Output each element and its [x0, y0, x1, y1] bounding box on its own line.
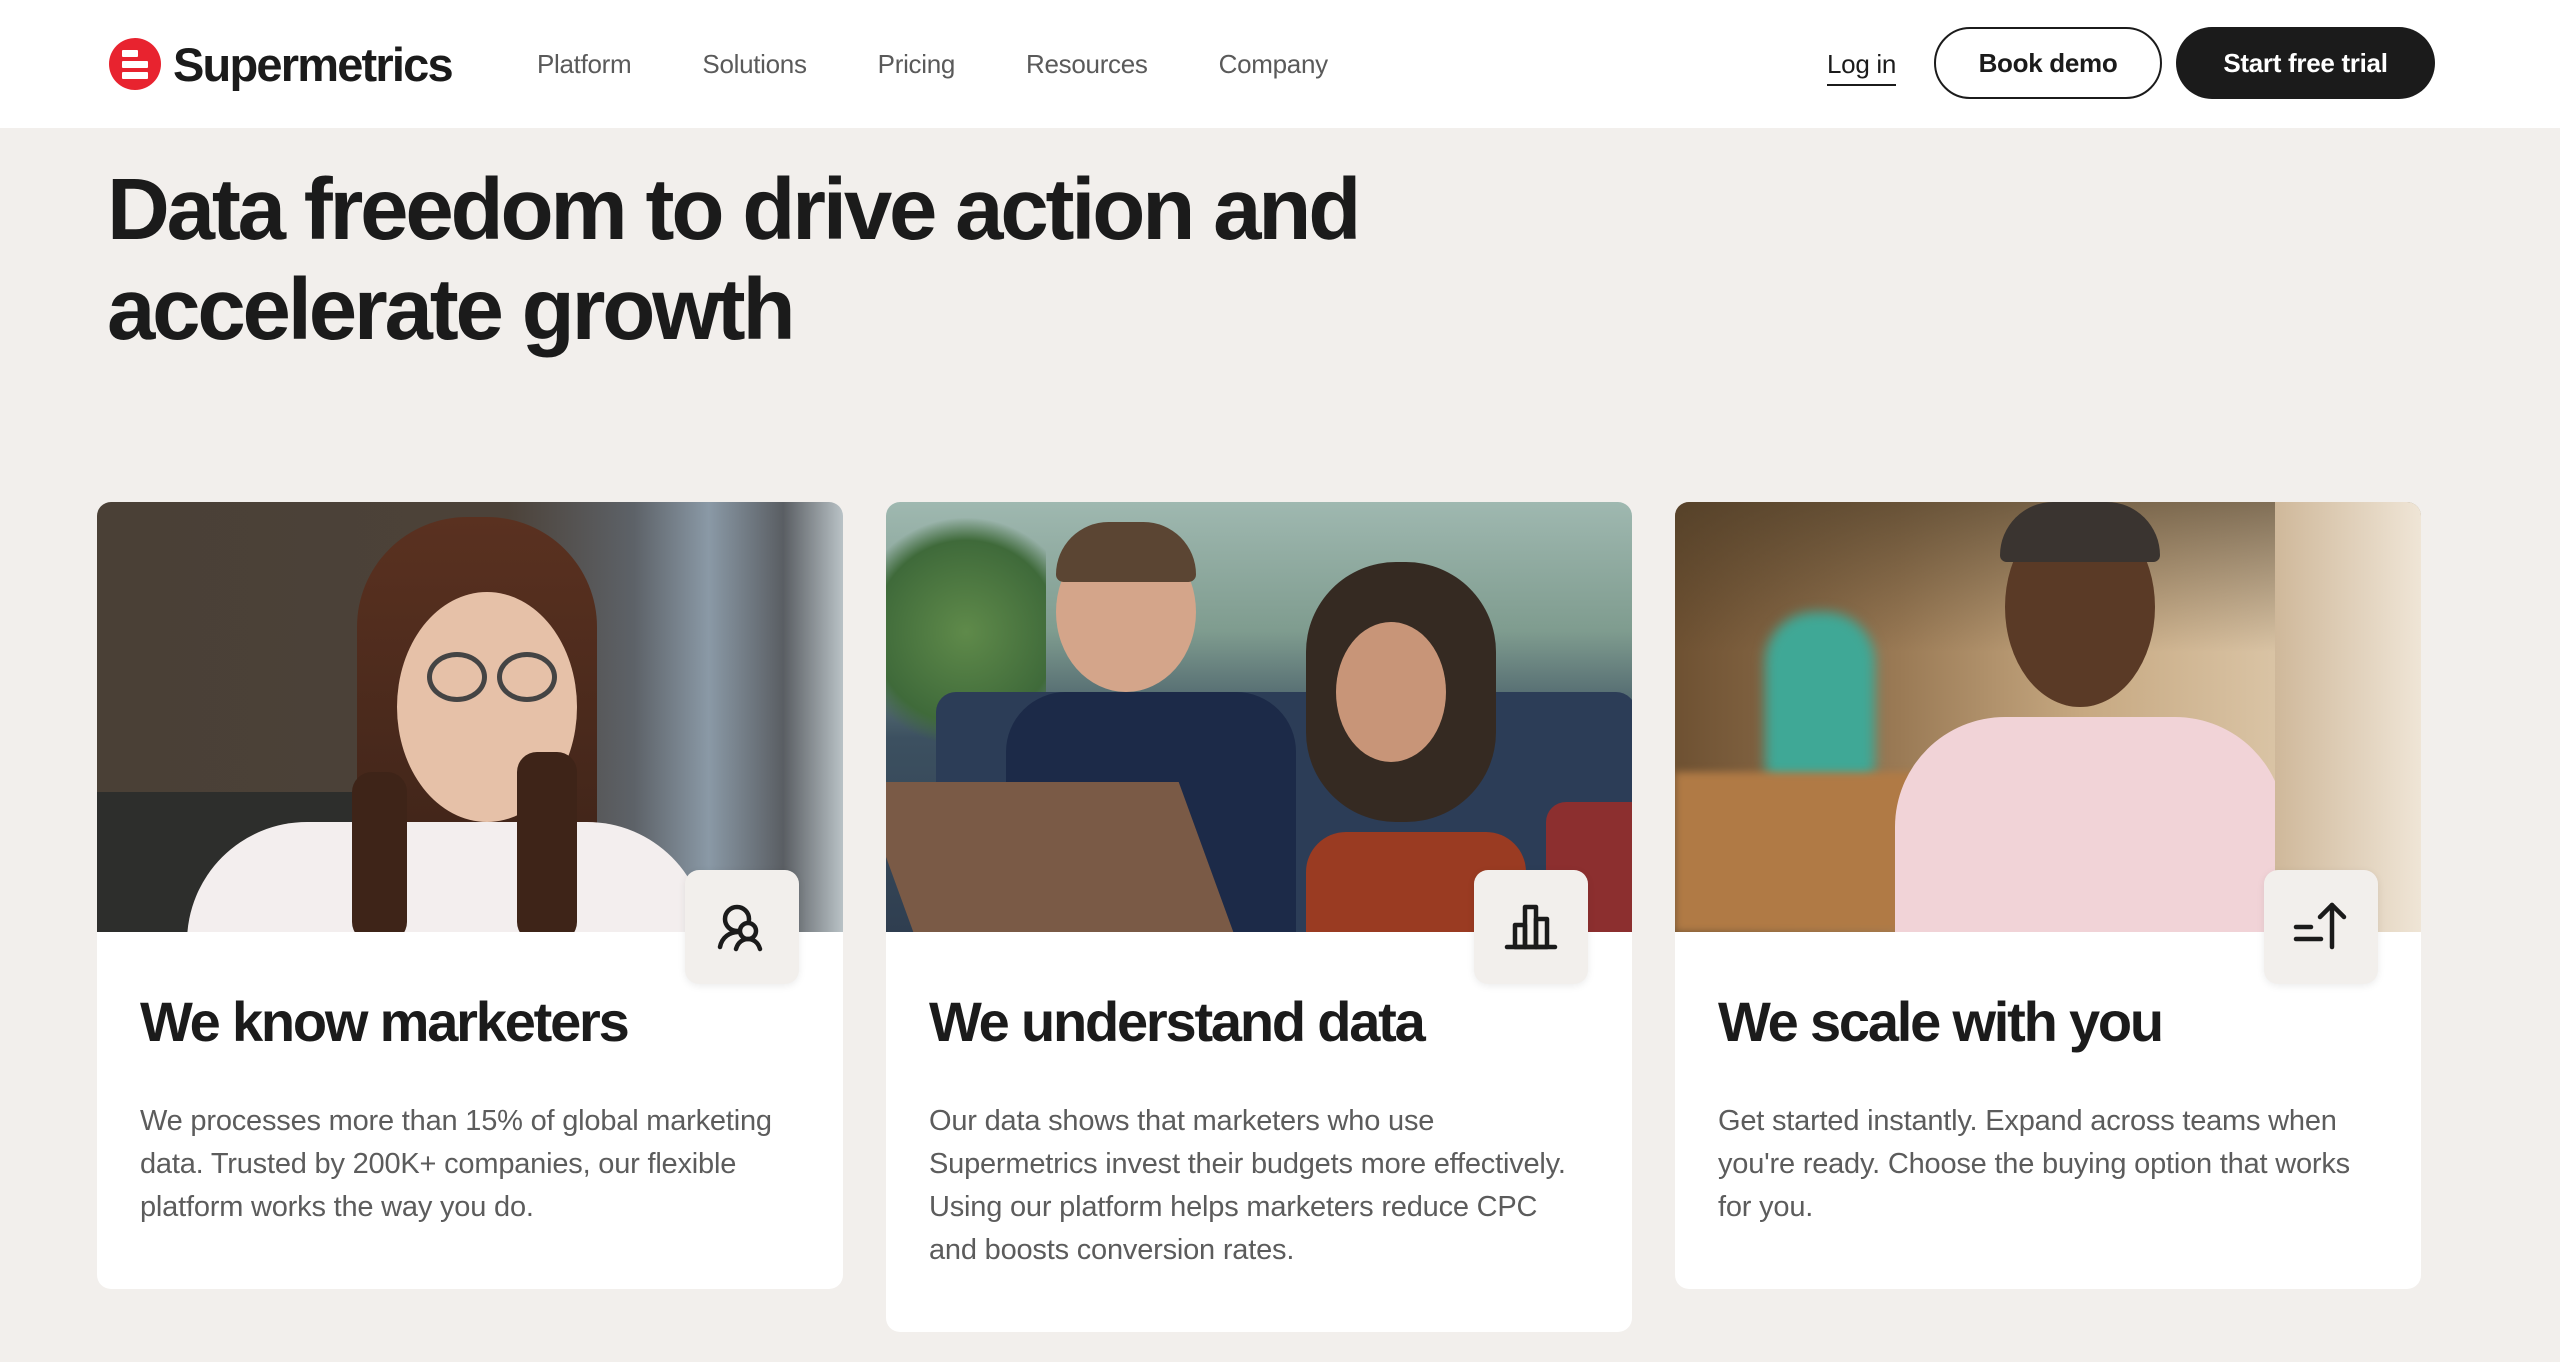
bar-chart-icon: [1504, 904, 1558, 950]
bar-chart-icon-badge: [1474, 870, 1588, 984]
photo-smiling-man: [1675, 502, 2421, 932]
sort-ascending-icon: [2293, 902, 2347, 950]
card-title: We understand data: [929, 990, 1426, 1053]
logo[interactable]: Supermetrics: [109, 36, 454, 92]
nav-item-resources[interactable]: Resources: [1026, 44, 1148, 84]
main-nav: Platform Solutions Pricing Resources Com…: [537, 44, 1399, 84]
page-title: Data freedom to drive action and acceler…: [107, 161, 1361, 358]
site-header: Supermetrics Platform Solutions Pricing …: [0, 0, 2560, 128]
login-link[interactable]: Log in: [1827, 44, 1896, 86]
card-body: We understand data Our data shows that m…: [886, 932, 1632, 1332]
card-title: We scale with you: [1718, 990, 2164, 1053]
sort-ascending-icon-badge: [2264, 870, 2378, 984]
users-icon: [717, 904, 763, 952]
supermetrics-logo-icon: [109, 38, 161, 90]
users-icon-badge: [685, 870, 799, 984]
card-body: We know marketers We processes more than…: [97, 932, 843, 1289]
logo-text: Supermetrics: [173, 37, 454, 91]
nav-item-company[interactable]: Company: [1219, 44, 1328, 84]
photo-two-people-laptop: [886, 502, 1632, 932]
card-body: We scale with you Get started instantly.…: [1675, 932, 2421, 1289]
nav-item-pricing[interactable]: Pricing: [878, 44, 956, 84]
book-demo-button[interactable]: Book demo: [1934, 27, 2162, 99]
photo-smiling-woman: [97, 502, 843, 932]
start-free-trial-button[interactable]: Start free trial: [2176, 27, 2435, 99]
nav-item-solutions[interactable]: Solutions: [702, 44, 807, 84]
card-text: Get started instantly. Expand across tea…: [1718, 1105, 2350, 1223]
card-text: We processes more than 15% of global mar…: [140, 1105, 772, 1223]
nav-item-platform[interactable]: Platform: [537, 44, 632, 84]
card-title: We know marketers: [140, 990, 630, 1053]
card-text: Our data shows that marketers who use Su…: [929, 1105, 1566, 1266]
